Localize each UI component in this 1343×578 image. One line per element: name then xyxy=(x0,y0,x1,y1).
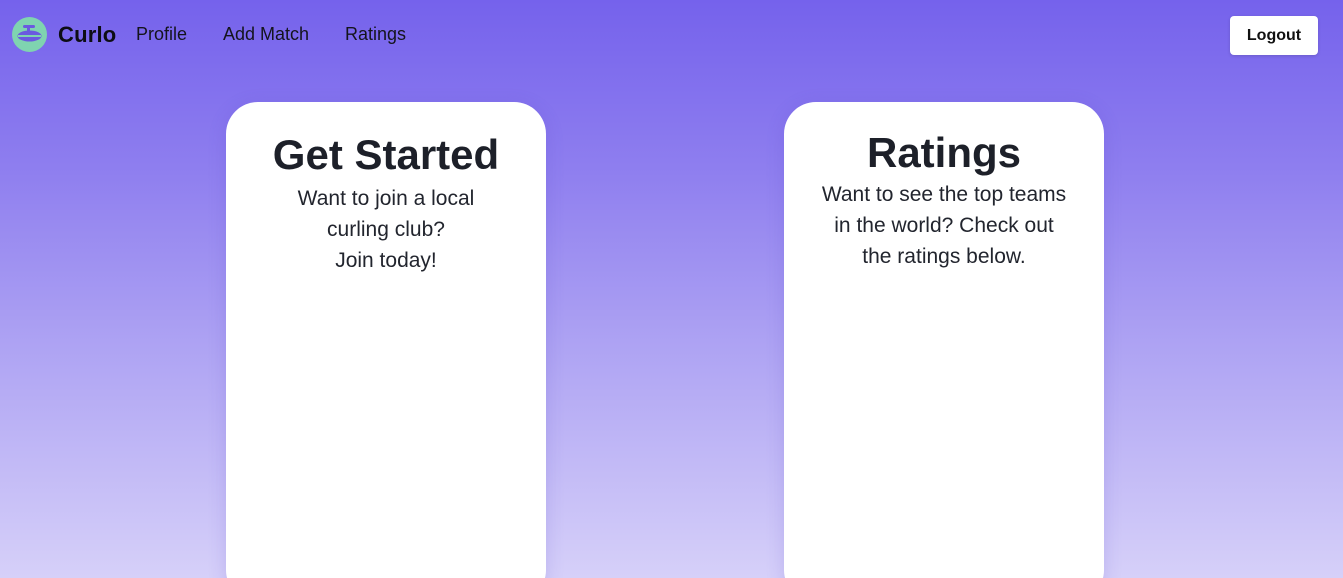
curling-stone-icon xyxy=(12,17,47,52)
get-started-card: Get Started Want to join a local curling… xyxy=(226,102,546,578)
nav-link-add-match[interactable]: Add Match xyxy=(223,24,309,45)
ratings-line: Want to see the top teams xyxy=(821,183,1067,207)
ratings-title: Ratings xyxy=(866,129,1021,176)
get-started-line: Want to join a local xyxy=(297,187,475,211)
get-started-title: Get Started xyxy=(272,131,500,178)
ratings-card: Ratings Want to see the top teams in the… xyxy=(784,102,1104,578)
nav-link-profile[interactable]: Profile xyxy=(136,24,187,45)
nav-link-ratings[interactable]: Ratings xyxy=(345,24,406,45)
brand-name: Curlo xyxy=(58,21,117,47)
ratings-line: in the world? Check out xyxy=(834,214,1054,238)
get-started-line: Join today! xyxy=(335,249,437,273)
logout-button[interactable]: Logout xyxy=(1230,16,1318,55)
get-started-line: curling club? xyxy=(327,218,445,242)
navbar: Curlo Profile Add Match Ratings Logout xyxy=(0,0,1343,70)
ratings-line: the ratings below. xyxy=(862,245,1026,269)
ratings-text: Want to see the top teams in the world? … xyxy=(784,178,1104,272)
get-started-text: Want to join a local curling club? Join … xyxy=(226,180,546,276)
brand[interactable]: Curlo xyxy=(12,17,116,52)
